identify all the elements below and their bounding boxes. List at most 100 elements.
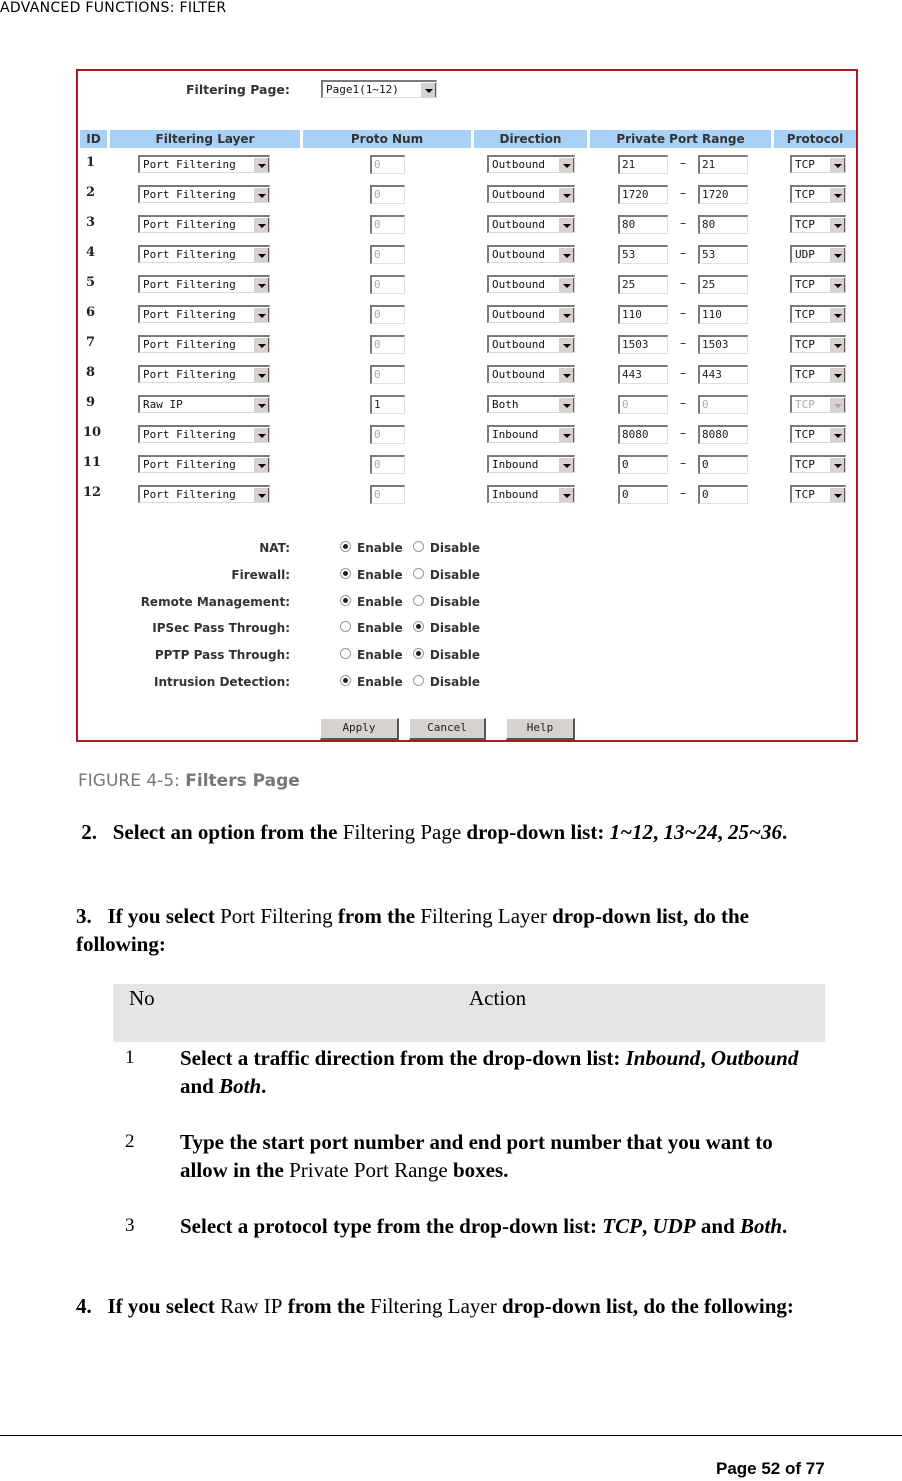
port-start-input[interactable]: 21	[618, 155, 668, 174]
proto-num-input[interactable]: 0	[370, 335, 405, 354]
direction-select[interactable]: Outbound	[487, 365, 575, 383]
port-start-input[interactable]: 8080	[618, 425, 668, 444]
proto-num-input[interactable]: 0	[370, 425, 405, 444]
port-start-input[interactable]: 80	[618, 215, 668, 234]
direction-select[interactable]: Both	[487, 395, 575, 413]
protocol-select[interactable]: TCP	[790, 455, 846, 473]
enable-radio[interactable]	[340, 675, 351, 686]
port-end-input[interactable]: 0	[698, 485, 748, 504]
protocol-select[interactable]: TCP	[790, 425, 846, 443]
port-end-input[interactable]: 1720	[698, 185, 748, 204]
protocol-select[interactable]: TCP	[790, 185, 846, 203]
direction-select[interactable]: Inbound	[487, 485, 575, 503]
direction-select[interactable]: Outbound	[487, 245, 575, 263]
text: Select a traffic direction from the drop…	[180, 1046, 626, 1070]
proto-num-input[interactable]: 0	[370, 245, 405, 264]
filtering-layer-select[interactable]: Port Filtering	[138, 455, 270, 473]
protocol-select[interactable]: TCP	[790, 155, 846, 173]
apply-button[interactable]: Apply	[320, 718, 399, 740]
disable-radio[interactable]	[412, 541, 424, 552]
header-no: No	[129, 986, 155, 1010]
port-end-input[interactable]: 21	[698, 155, 748, 174]
filtering-layer-select[interactable]: Port Filtering	[138, 275, 270, 293]
protocol-select[interactable]: TCP	[790, 395, 846, 413]
action-text: Select a traffic direction from the drop…	[180, 1044, 820, 1100]
filtering-layer-value: Port Filtering	[143, 218, 236, 231]
action-text: Select a protocol type from the drop-dow…	[180, 1212, 820, 1240]
protocol-select[interactable]: TCP	[790, 365, 846, 383]
protocol-select[interactable]: TCP	[790, 275, 846, 293]
disable-radio[interactable]	[412, 621, 424, 633]
proto-num-input[interactable]: 1	[370, 395, 405, 414]
protocol-select[interactable]: TCP	[790, 305, 846, 323]
help-button[interactable]: Help	[506, 718, 575, 740]
direction-select[interactable]: Outbound	[487, 335, 575, 353]
filtering-layer-select[interactable]: Port Filtering	[138, 305, 270, 323]
port-end-input[interactable]: 110	[698, 305, 748, 324]
port-end-input[interactable]: 0	[698, 395, 748, 414]
direction-value: Inbound	[492, 458, 539, 471]
proto-num-input[interactable]: 0	[370, 365, 405, 384]
filtering-layer-select[interactable]: Port Filtering	[138, 485, 270, 503]
enable-radio[interactable]	[340, 567, 351, 579]
port-start-input[interactable]: 53	[618, 245, 668, 264]
direction-select[interactable]: Outbound	[487, 155, 575, 173]
protocol-select[interactable]: UDP	[790, 245, 846, 263]
proto-num-input[interactable]: 0	[370, 155, 405, 174]
port-end-input[interactable]: 53	[698, 245, 748, 264]
port-start-input[interactable]: 0	[618, 395, 668, 414]
filtering-layer-select[interactable]: Port Filtering	[138, 245, 270, 263]
enable-radio[interactable]	[340, 541, 351, 552]
port-start-input[interactable]: 110	[618, 305, 668, 324]
port-end-input[interactable]: 0	[698, 455, 748, 474]
chevron-down-icon	[558, 457, 574, 472]
protocol-select[interactable]: TCP	[790, 215, 846, 233]
port-start-input[interactable]: 443	[618, 365, 668, 384]
footer-divider	[0, 1435, 902, 1436]
protocol-select[interactable]: TCP	[790, 485, 846, 503]
proto-num-input[interactable]: 0	[370, 455, 405, 474]
enable-radio[interactable]	[340, 648, 351, 660]
proto-num-input[interactable]: 0	[370, 185, 405, 204]
filtering-layer-select[interactable]: Port Filtering	[138, 185, 270, 203]
filtering-layer-select[interactable]: Raw IP	[138, 395, 270, 413]
direction-select[interactable]: Outbound	[487, 305, 575, 323]
direction-select[interactable]: Inbound	[487, 425, 575, 443]
port-start-input[interactable]: 0	[618, 455, 668, 474]
cancel-button[interactable]: Cancel	[409, 718, 486, 740]
disable-radio[interactable]	[412, 594, 424, 606]
direction-select[interactable]: Outbound	[487, 215, 575, 233]
direction-select[interactable]: Outbound	[487, 185, 575, 203]
port-end-input[interactable]: 80	[698, 215, 748, 234]
protocol-select[interactable]: TCP	[790, 335, 846, 353]
port-start-input[interactable]: 1503	[618, 335, 668, 354]
filtering-layer-select[interactable]: Port Filtering	[138, 215, 270, 233]
port-end-input[interactable]: 25	[698, 275, 748, 294]
direction-select[interactable]: Inbound	[487, 455, 575, 473]
proto-num-input[interactable]: 0	[370, 305, 405, 324]
filtering-page-select[interactable]: Page1(1~12)	[321, 80, 437, 98]
disable-label: Disable	[429, 648, 481, 663]
range-separator: –	[680, 456, 686, 470]
chevron-down-icon	[558, 217, 574, 232]
port-start-input[interactable]: 25	[618, 275, 668, 294]
proto-num-input[interactable]: 0	[370, 215, 405, 234]
port-end-input[interactable]: 443	[698, 365, 748, 384]
filtering-layer-select[interactable]: Port Filtering	[138, 335, 270, 353]
disable-radio[interactable]	[412, 648, 424, 660]
filtering-layer-select[interactable]: Port Filtering	[138, 425, 270, 443]
direction-value: Inbound	[492, 488, 539, 501]
port-end-input[interactable]: 1503	[698, 335, 748, 354]
enable-radio[interactable]	[340, 621, 351, 633]
direction-select[interactable]: Outbound	[487, 275, 575, 293]
enable-radio[interactable]	[340, 594, 351, 606]
port-start-input[interactable]: 0	[618, 485, 668, 504]
filtering-layer-select[interactable]: Port Filtering	[138, 365, 270, 383]
proto-num-input[interactable]: 0	[370, 275, 405, 294]
filtering-layer-select[interactable]: Port Filtering	[138, 155, 270, 173]
disable-radio[interactable]	[412, 567, 424, 579]
port-start-input[interactable]: 1720	[618, 185, 668, 204]
proto-num-input[interactable]: 0	[370, 485, 405, 504]
port-end-input[interactable]: 8080	[698, 425, 748, 444]
disable-radio[interactable]	[412, 675, 424, 686]
